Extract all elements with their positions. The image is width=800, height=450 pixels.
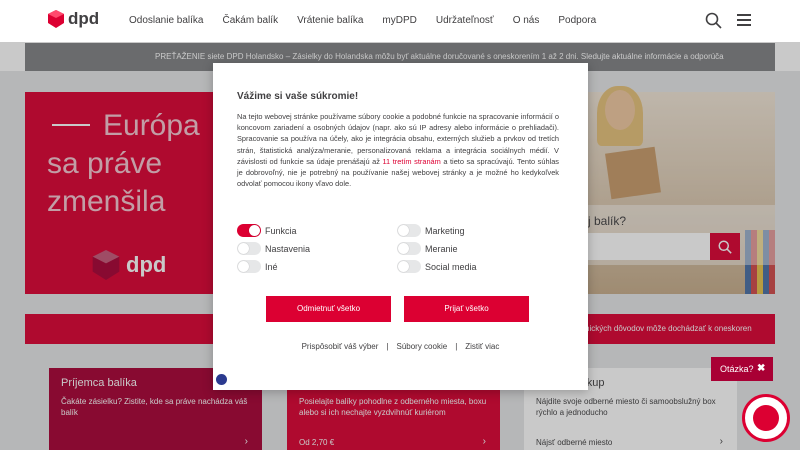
option-label: Nastavenia <box>265 243 311 254</box>
privacy-settings-icon[interactable] <box>216 374 227 385</box>
toggle-switch[interactable] <box>397 224 421 237</box>
toggle-switch[interactable] <box>397 260 421 273</box>
nav-item-podpora[interactable]: Podpora <box>558 15 596 26</box>
option-label: Iné <box>265 261 278 272</box>
hamburger-menu-icon[interactable] <box>737 14 751 29</box>
third-parties-link[interactable]: 11 tretím stranám <box>383 157 441 166</box>
option-label: Meranie <box>425 243 458 254</box>
close-icon[interactable]: ✖ <box>757 363 765 374</box>
option-funkcia[interactable]: Funkcia <box>237 224 297 237</box>
logo-text: dpd <box>68 9 100 28</box>
nav-item-odoslanie[interactable]: Odoslanie balíka <box>129 15 204 26</box>
search-icon[interactable] <box>705 12 722 29</box>
nav-item-vratenie[interactable]: Vrátenie balíka <box>297 15 363 26</box>
chatbot-avatar-icon[interactable] <box>742 394 790 442</box>
option-ine[interactable]: Iné <box>237 260 278 273</box>
option-social-media[interactable]: Social media <box>397 260 477 273</box>
site-header: dpd Odoslanie balíka Čakám balík Vráteni… <box>0 0 800 42</box>
option-label: Funkcia <box>265 225 297 236</box>
nav-item-cakam[interactable]: Čakám balík <box>223 15 279 26</box>
toggle-switch[interactable] <box>237 224 261 237</box>
nav-item-o-nas[interactable]: O nás <box>513 15 540 26</box>
toggle-switch[interactable] <box>397 242 421 255</box>
link-separator: | <box>455 342 458 351</box>
dpd-cube-icon <box>48 10 64 28</box>
toggle-switch[interactable] <box>237 260 261 273</box>
option-label: Social media <box>425 261 477 272</box>
reject-all-button[interactable]: Odmietnuť všetko <box>266 296 391 322</box>
cookie-consent-dialog: Vážime si vaše súkromie! Na tejto webove… <box>213 63 588 390</box>
option-marketing[interactable]: Marketing <box>397 224 465 237</box>
main-nav: Odoslanie balíka Čakám balík Vrátenie ba… <box>129 15 615 26</box>
link-separator: | <box>386 342 389 351</box>
option-label: Marketing <box>425 225 465 236</box>
toggle-switch[interactable] <box>237 242 261 255</box>
dpd-logo[interactable]: dpd <box>48 9 99 29</box>
option-meranie[interactable]: Meranie <box>397 242 458 255</box>
option-nastavenia[interactable]: Nastavenia <box>237 242 310 255</box>
cookies-link[interactable]: Súbory cookie <box>396 342 447 351</box>
nav-item-mydpd[interactable]: myDPD <box>382 15 416 26</box>
nav-item-udrzatelnost[interactable]: Udržateľnosť <box>436 15 494 26</box>
dialog-body: Na tejto webovej stránke používame súbor… <box>237 111 559 189</box>
learn-more-link[interactable]: Zistiť viac <box>465 342 499 351</box>
dialog-links: Prispôsobiť váš výber | Súbory cookie | Zist… <box>213 342 588 351</box>
customize-link[interactable]: Prispôsobiť váš výber <box>302 342 379 351</box>
accept-all-button[interactable]: Prijať všetko <box>404 296 529 322</box>
dialog-title: Vážime si vaše súkromie! <box>237 91 359 102</box>
